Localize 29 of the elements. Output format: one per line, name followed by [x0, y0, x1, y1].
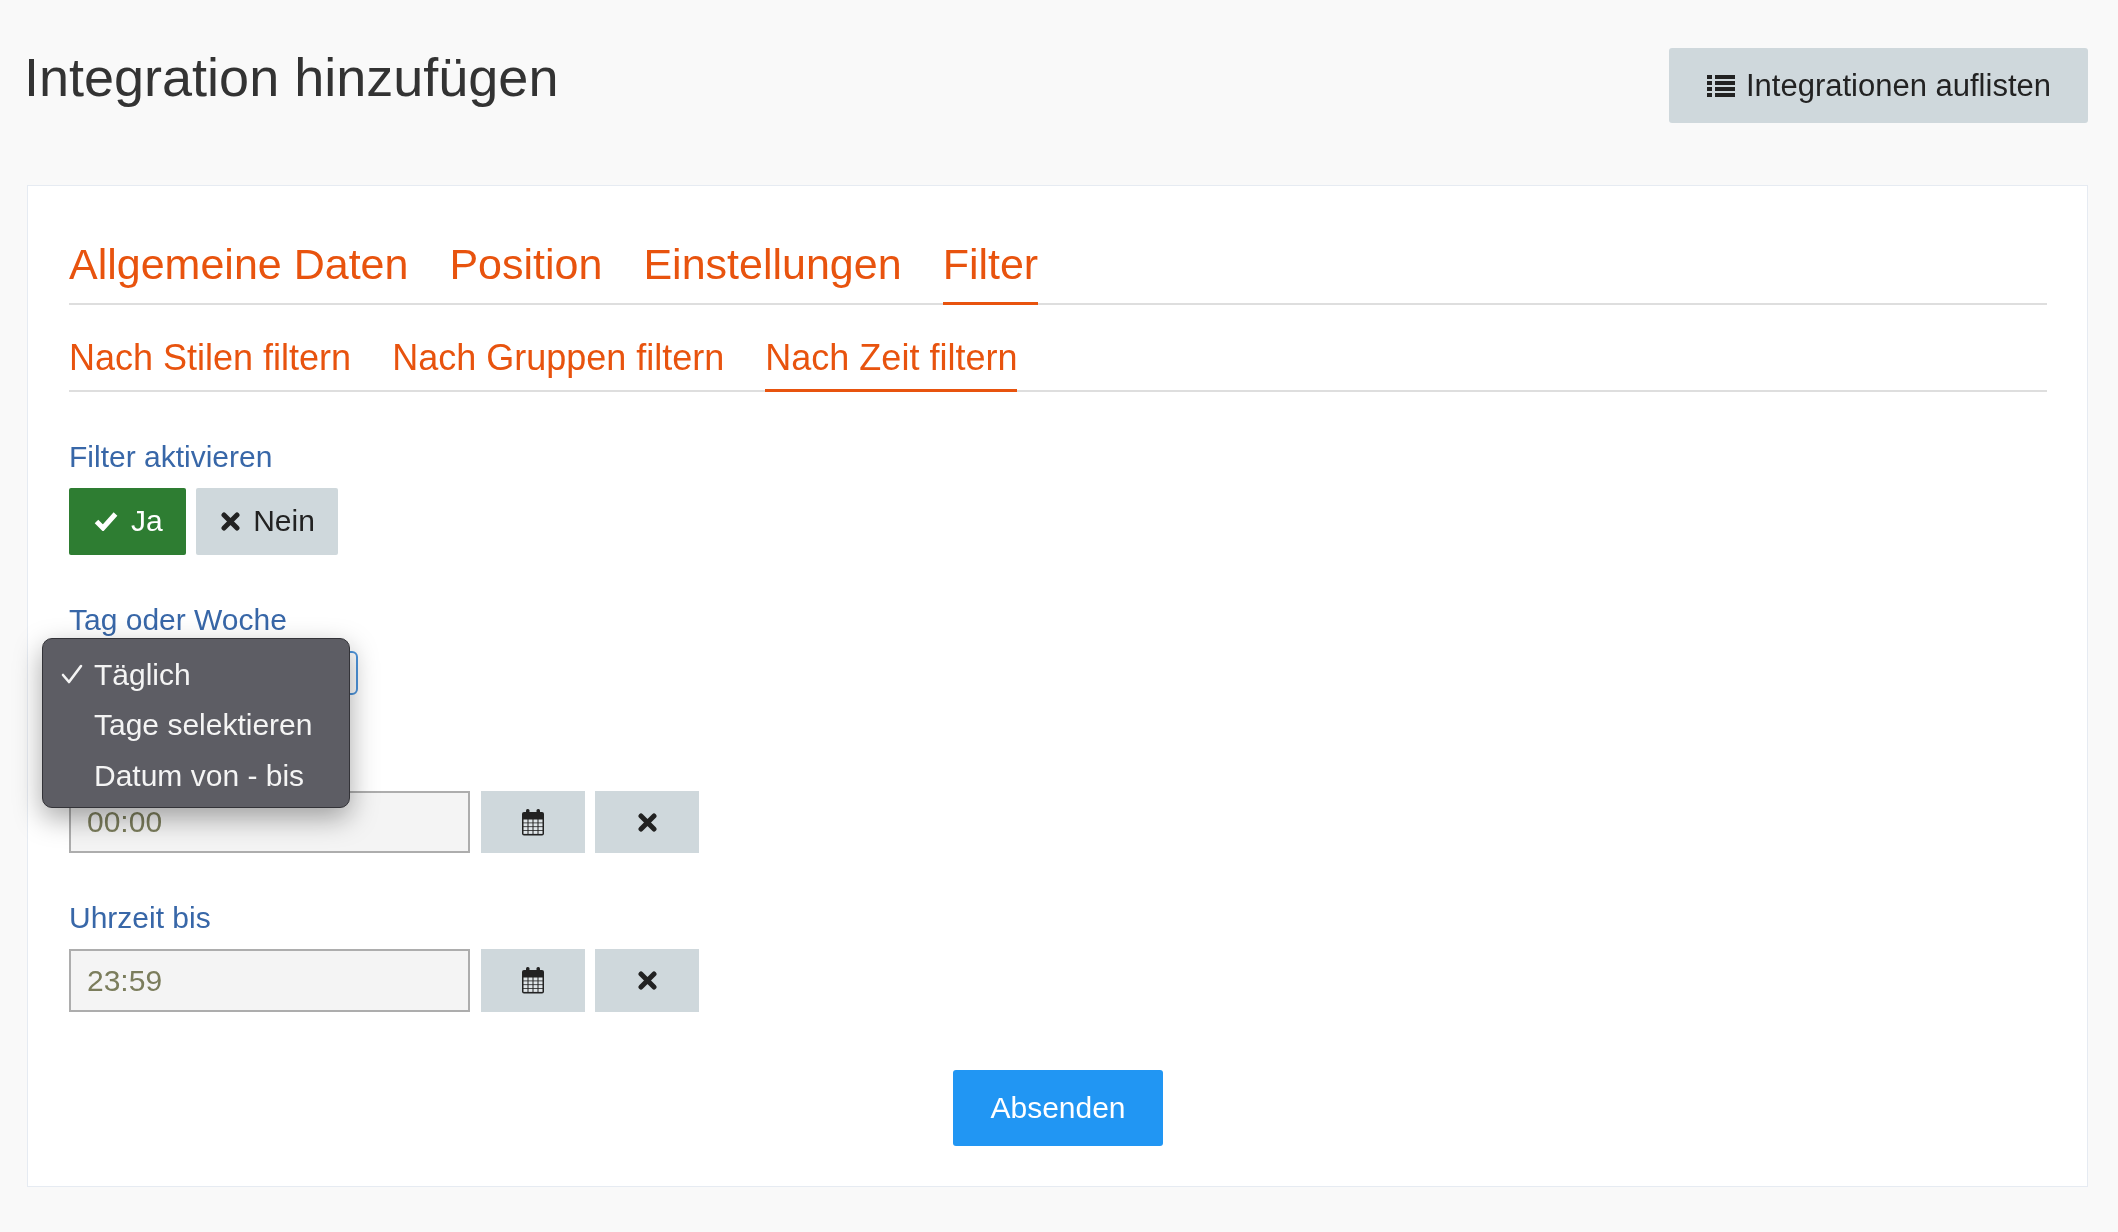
- tab[interactable]: Allgemeine Daten: [69, 239, 409, 305]
- cross-icon: [221, 511, 241, 531]
- calendar-icon: [520, 967, 545, 995]
- menu-item[interactable]: Täglich: [43, 648, 349, 700]
- yes-button[interactable]: Ja: [69, 487, 186, 555]
- field-label: Uhrzeit bis: [69, 900, 211, 937]
- list-button[interactable]: Integrationen auflisten: [1668, 48, 2088, 123]
- sub-tab[interactable]: Nach Gruppen filtern: [392, 335, 725, 392]
- page-title: Integration hinzufügen: [24, 46, 559, 109]
- clear-button[interactable]: [595, 949, 699, 1012]
- menu-item[interactable]: Tage selektieren: [43, 699, 349, 750]
- cross-icon: [637, 971, 657, 991]
- tab[interactable]: Position: [449, 239, 603, 305]
- clear-button[interactable]: [595, 790, 699, 854]
- calendar-icon: [520, 808, 545, 836]
- list-icon: [1706, 74, 1735, 97]
- sub-tab[interactable]: Nach Zeit filtern: [765, 335, 1018, 392]
- tab[interactable]: Einstellungen: [643, 239, 902, 305]
- field-label: Filter aktivieren: [69, 438, 273, 475]
- calendar-button[interactable]: [480, 949, 585, 1012]
- time-field[interactable]: 23:59: [69, 949, 470, 1012]
- cross-icon: [637, 812, 657, 832]
- check-icon: [94, 511, 118, 532]
- tab[interactable]: Filter: [942, 239, 1039, 305]
- no-button[interactable]: Nein: [196, 487, 338, 555]
- field-label: Tag oder Woche: [69, 601, 287, 638]
- sub-tab[interactable]: Nach Stilen filtern: [69, 335, 352, 392]
- calendar-button[interactable]: [480, 790, 585, 854]
- submit-button[interactable]: Absenden: [953, 1069, 1163, 1146]
